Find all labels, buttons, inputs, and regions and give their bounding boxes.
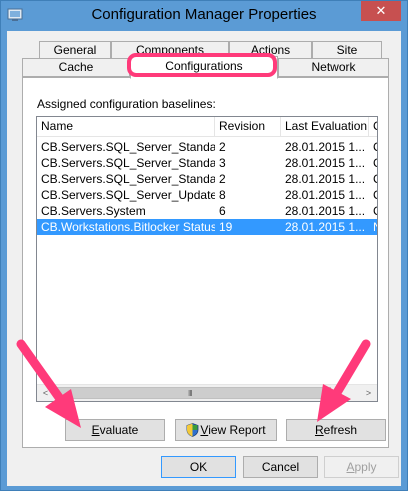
cell-last-evaluation: 28.01.2015 1... [285,204,366,218]
annotation-highlight-ring [127,53,277,77]
cell-revision: 2 [219,172,226,186]
properties-window: Configuration Manager Properties ✕ Gener… [0,0,408,491]
cell-last-evaluation: 28.01.2015 1... [285,156,366,170]
evaluate-label: valuate [99,423,139,437]
tab-cache-label: Cache [58,60,94,74]
tab-general-label: General [53,43,97,57]
scroll-grip-icon: III [188,389,193,398]
refresh-label: efresh [323,423,358,437]
cell-name: CB.Servers.SQL_Server_Update.... [41,188,215,202]
view-report-button[interactable]: View Report [175,419,277,441]
cancel-label: Cancel [261,460,300,474]
table-row-selected[interactable]: CB.Workstations.Bitlocker Status 19 28.0… [37,219,377,235]
cancel-button[interactable]: Cancel [243,456,318,478]
cell-c: C [369,171,377,187]
horizontal-scrollbar[interactable]: < III > [37,384,377,401]
ok-label: OK [189,460,208,474]
evaluate-accesskey: E [91,423,100,437]
ok-button[interactable]: OK [161,456,236,478]
cell-revision: 8 [219,188,226,202]
cell-c: C [369,203,377,219]
cell-revision: 2 [219,140,226,154]
table-row[interactable]: CB.Servers.System 6 28.01.2015 1... C [37,203,377,219]
refresh-button[interactable]: Refresh [286,419,386,441]
window-title: Configuration Manager Properties [91,6,317,23]
cell-revision: 6 [219,204,226,218]
refresh-accesskey: R [314,423,324,437]
cell-c: N [369,219,377,235]
tab-general[interactable]: General [39,41,111,59]
table-row[interactable]: CB.Servers.SQL_Server_Update.... 8 28.01… [37,187,377,203]
column-header-c[interactable]: C [369,117,377,137]
tab-network[interactable]: Network [278,58,389,77]
cell-name: CB.Servers.System [41,204,146,218]
cell-c: C [369,139,377,155]
cell-name: CB.Servers.SQL_Server_Standar... [41,156,215,170]
baselines-label: Assigned configuration baselines: [37,97,216,111]
dialog-body: General Components Actions Site Cache Co… [7,31,401,486]
cell-revision: 3 [219,156,226,170]
tab-cache[interactable]: Cache [22,58,130,77]
cell-name: CB.Servers.SQL_Server_Standar... [41,140,215,154]
table-row[interactable]: CB.Servers.SQL_Server_Standar... 2 28.01… [37,139,377,155]
configurations-panel: Assigned configuration baselines: Name R… [22,77,389,448]
apply-label: pply [354,460,377,474]
title-bar[interactable]: Configuration Manager Properties ✕ [1,1,407,31]
close-icon[interactable]: ✕ [361,1,401,21]
scroll-right-icon[interactable]: > [360,385,377,401]
column-header-name[interactable]: Name [37,117,215,137]
cell-last-evaluation: 28.01.2015 1... [285,140,366,154]
uac-shield-icon [186,423,199,437]
scroll-left-icon[interactable]: < [37,385,54,401]
tab-site-label: Site [336,43,358,57]
list-header: Name Revision Last Evaluation C [37,117,377,137]
cell-last-evaluation: 28.01.2015 1... [285,220,366,234]
baselines-list[interactable]: Name Revision Last Evaluation C CB.Serve… [36,116,378,402]
cell-last-evaluation: 28.01.2015 1... [285,188,366,202]
cell-last-evaluation: 28.01.2015 1... [285,172,366,186]
evaluate-button[interactable]: Evaluate [65,419,165,441]
apply-accesskey: A [346,460,355,474]
column-header-revision[interactable]: Revision [215,117,281,137]
scrollbar-thumb[interactable]: III [55,387,331,399]
cell-c: C [369,187,377,203]
cell-c: C [369,155,377,171]
table-row[interactable]: CB.Servers.SQL_Server_Standar... 2 28.01… [37,171,377,187]
table-row[interactable]: CB.Servers.SQL_Server_Standar... 3 28.01… [37,155,377,171]
cell-name: CB.Workstations.Bitlocker Status [41,220,215,234]
tab-network-label: Network [311,60,356,74]
view-report-label: iew Report [208,423,266,437]
cell-revision: 19 [219,220,233,234]
cell-name: CB.Servers.SQL_Server_Standar... [41,172,215,186]
tab-site[interactable]: Site [312,41,382,59]
apply-button[interactable]: Apply [324,456,399,478]
column-header-last-evaluation[interactable]: Last Evaluation [281,117,369,137]
